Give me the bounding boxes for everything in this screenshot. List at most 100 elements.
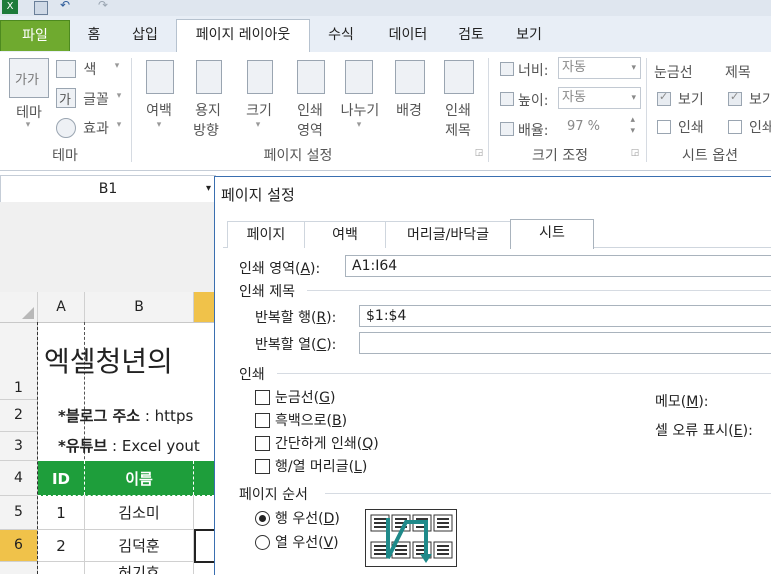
- cell-errors-label: 셀 오류 표시(E):: [655, 423, 753, 439]
- print-area-button[interactable]: 인쇄: [290, 100, 330, 120]
- scale-launcher-icon[interactable]: ◲: [630, 148, 640, 158]
- tab-formulas[interactable]: 수식: [318, 20, 364, 50]
- header-id-cell[interactable]: ID: [38, 461, 84, 495]
- column-header-a[interactable]: A: [38, 292, 85, 322]
- row-header-4[interactable]: 4: [0, 461, 38, 496]
- tab-data[interactable]: 데이터: [378, 20, 438, 50]
- row-header-1[interactable]: 1: [0, 323, 38, 400]
- chevron-down-icon[interactable]: ▾: [206, 176, 211, 202]
- excel-icon[interactable]: X: [2, 0, 18, 14]
- selected-cell[interactable]: [194, 529, 216, 563]
- orientation-icon[interactable]: [196, 60, 222, 94]
- gridlines-print-checkbox[interactable]: [657, 120, 671, 134]
- effects-button[interactable]: 효과: [80, 118, 112, 138]
- effects-dropdown-icon[interactable]: ▾: [114, 120, 124, 130]
- gridlines-checkbox[interactable]: [255, 390, 270, 405]
- black-and-white-checkbox[interactable]: [255, 413, 270, 428]
- print-titles-icon[interactable]: [444, 60, 474, 94]
- down-then-over-radio[interactable]: [255, 511, 270, 526]
- margins-dropdown-icon[interactable]: ▾: [154, 120, 164, 130]
- themes-dropdown-icon[interactable]: ▾: [22, 120, 34, 130]
- tab-review[interactable]: 검토: [448, 20, 494, 50]
- tab-page[interactable]: 페이지: [227, 221, 305, 248]
- chevron-down-icon[interactable]: ▾: [631, 88, 636, 108]
- row6-id-cell[interactable]: 2: [38, 530, 84, 561]
- tab-header-footer[interactable]: 머리글/바닥글: [385, 221, 511, 248]
- tab-margins[interactable]: 여백: [304, 221, 386, 248]
- row-column-headings-checkbox[interactable]: [255, 459, 270, 474]
- fonts-icon[interactable]: 가: [56, 88, 76, 108]
- column-headers: A B: [0, 292, 215, 323]
- ribbon: 가가 테마 ▾ 색 ▾ 가 글꼴 ▾ 효과 ▾ 테마 여백 ▾ 용지 방향 크기…: [0, 52, 771, 171]
- spin-arrows-icon[interactable]: ▴ ▾: [630, 115, 635, 137]
- youtube-row[interactable]: *유튜브 : Excel yout: [58, 435, 200, 456]
- fonts-button[interactable]: 글꼴: [80, 89, 112, 109]
- background-icon[interactable]: [395, 60, 425, 94]
- breaks-button[interactable]: 나누기: [336, 100, 384, 120]
- gridlines-view-checkbox[interactable]: ✓: [657, 90, 671, 106]
- print-area-button-line2[interactable]: 영역: [288, 120, 332, 140]
- height-icon: [500, 92, 514, 106]
- size-button[interactable]: 크기: [241, 100, 277, 120]
- scale-value: 97 %: [567, 119, 601, 134]
- tab-view[interactable]: 보기: [506, 20, 552, 50]
- page-setup-launcher-icon[interactable]: ◲: [474, 148, 484, 158]
- tab-home[interactable]: 홈: [76, 20, 112, 50]
- breaks-icon[interactable]: [345, 60, 373, 94]
- orientation-button[interactable]: 용지: [190, 100, 226, 120]
- save-icon[interactable]: [34, 1, 48, 15]
- columns-to-repeat-input[interactable]: [359, 332, 771, 354]
- tab-insert[interactable]: 삽입: [122, 20, 168, 50]
- row-header-3[interactable]: 3: [0, 432, 38, 461]
- tab-page-layout[interactable]: 페이지 레이아웃: [176, 19, 310, 53]
- row5-name-cell[interactable]: 김소미: [85, 496, 193, 529]
- margins-icon[interactable]: [146, 60, 174, 94]
- column-header-b[interactable]: B: [85, 292, 194, 322]
- name-box[interactable]: B1 ▾: [0, 175, 216, 203]
- colors-dropdown-icon[interactable]: ▾: [112, 61, 122, 71]
- headings-view-checkbox[interactable]: ✓: [728, 90, 742, 106]
- chevron-down-icon[interactable]: ▾: [631, 58, 636, 78]
- blog-row[interactable]: *블로그 주소 : https: [58, 405, 193, 426]
- effects-icon[interactable]: [56, 118, 76, 138]
- rows-to-repeat-input[interactable]: $1:$4: [359, 305, 771, 327]
- fonts-dropdown-icon[interactable]: ▾: [114, 91, 124, 101]
- orientation-button-line2[interactable]: 방향: [186, 120, 226, 140]
- size-icon[interactable]: [247, 60, 273, 94]
- gridlines-view-label: 보기: [678, 92, 704, 108]
- row7-name-cell[interactable]: 허기호: [85, 562, 193, 574]
- themes-icon[interactable]: 가가: [9, 58, 49, 98]
- row6-name-cell[interactable]: 김덕훈: [85, 530, 193, 561]
- tab-file[interactable]: 파일: [0, 20, 70, 51]
- header-name-cell[interactable]: 이름: [85, 461, 193, 495]
- print-area-icon[interactable]: [297, 60, 325, 94]
- column-header-c-selected[interactable]: [194, 292, 215, 322]
- redo-icon[interactable]: ↷: [98, 0, 108, 12]
- dialog-title[interactable]: 페이지 설정: [215, 177, 771, 213]
- colors-icon[interactable]: [56, 60, 76, 78]
- row-header-6[interactable]: 6: [0, 530, 38, 562]
- themes-button[interactable]: 테마: [12, 102, 46, 122]
- print-titles-button-line2[interactable]: 제목: [438, 120, 478, 140]
- headings-print-checkbox[interactable]: [728, 120, 742, 134]
- print-titles-button[interactable]: 인쇄: [438, 100, 478, 120]
- width-select[interactable]: 자동 ▾: [558, 57, 641, 79]
- height-select[interactable]: 자동 ▾: [558, 87, 641, 109]
- undo-icon[interactable]: ↶: [60, 0, 70, 12]
- title-cell[interactable]: 엑셀청년의: [44, 340, 173, 380]
- margins-button[interactable]: 여백: [141, 100, 177, 120]
- scale-spinner[interactable]: 97 % ▴ ▾: [564, 115, 639, 137]
- breaks-dropdown-icon[interactable]: ▾: [354, 120, 364, 130]
- background-button[interactable]: 배경: [390, 100, 428, 120]
- size-dropdown-icon[interactable]: ▾: [253, 120, 263, 130]
- over-then-down-radio[interactable]: [255, 535, 270, 550]
- row-header-7[interactable]: [0, 562, 38, 574]
- draft-quality-checkbox[interactable]: [255, 436, 270, 451]
- row-header-2[interactable]: 2: [0, 400, 38, 432]
- tab-sheet[interactable]: 시트: [510, 219, 594, 249]
- row-header-5[interactable]: 5: [0, 496, 38, 530]
- print-area-input[interactable]: A1:I64: [345, 255, 771, 277]
- select-all-corner[interactable]: [0, 292, 38, 322]
- row5-id-cell[interactable]: 1: [38, 496, 84, 529]
- colors-button[interactable]: 색: [80, 59, 100, 79]
